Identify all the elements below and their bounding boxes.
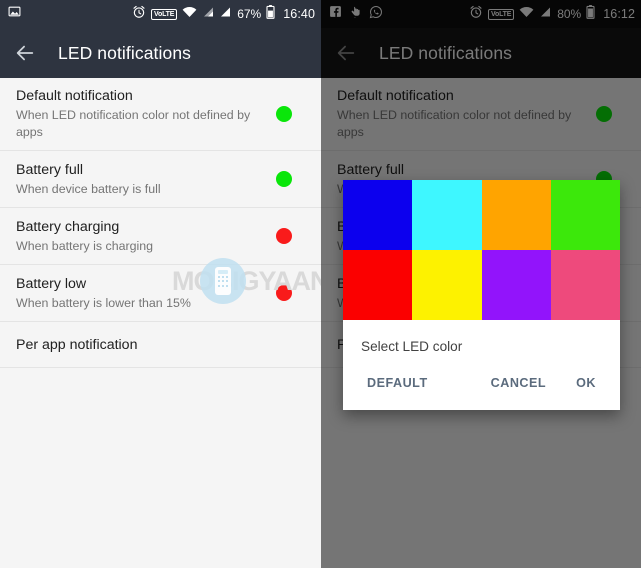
led-color-indicator[interactable] xyxy=(276,171,292,187)
list-item-subtitle: When battery is lower than 15% xyxy=(16,295,191,310)
list-item-title: Default notification xyxy=(16,88,133,104)
color-swatch-grid xyxy=(343,180,620,320)
ok-button[interactable]: OK xyxy=(568,370,604,396)
list-item-subtitle: When device battery is full xyxy=(16,181,161,196)
list-item-title: Battery low xyxy=(16,275,87,292)
list-item-texts: Per app notification xyxy=(16,336,305,354)
left-status-system-icons: VoLTE 67% 16:40 xyxy=(132,4,315,24)
wifi-icon xyxy=(182,5,197,23)
dialog-title: Select LED color xyxy=(361,339,463,354)
color-swatch-pink[interactable] xyxy=(550,250,620,320)
color-swatch-blue[interactable] xyxy=(343,180,413,250)
select-led-color-dialog: Select LED color DEFAULT CANCEL OK xyxy=(343,180,620,410)
dialog-actions: DEFAULT CANCEL OK xyxy=(343,356,620,410)
list-item-title: Battery full xyxy=(16,161,84,178)
volte-badge: VoLTE xyxy=(151,8,178,20)
color-swatch-purple[interactable] xyxy=(481,250,551,320)
color-swatch-yellow[interactable] xyxy=(412,250,482,320)
dialog-body: Select LED color xyxy=(343,320,620,356)
left-status-notification-icons xyxy=(8,5,21,23)
page-title: LED notifications xyxy=(58,42,192,63)
led-color-indicator[interactable] xyxy=(276,228,292,244)
signal-bars-icon xyxy=(219,5,231,23)
list-item[interactable]: Battery full When device battery is full xyxy=(0,151,321,208)
cancel-button[interactable]: CANCEL xyxy=(483,370,554,396)
color-swatch-green[interactable] xyxy=(550,180,620,250)
left-toolbar: LED notifications xyxy=(0,28,321,78)
right-phone-panel: VoLTE 80% 16:12 LED notifications Defaul xyxy=(321,0,641,568)
list-item[interactable]: Per app notification xyxy=(0,322,321,368)
list-item-texts: Default notification When LED notificatio… xyxy=(16,87,276,141)
list-item-texts: Battery full When device battery is full xyxy=(16,161,276,198)
list-item[interactable]: Default notification When LED notificatio… xyxy=(0,78,321,151)
clock-label: 16:40 xyxy=(283,7,315,21)
list-item[interactable]: Battery charging When battery is charging xyxy=(0,208,321,265)
screenshot-root: VoLTE 67% 16:40 LED notifications Defaul… xyxy=(0,0,641,568)
default-button[interactable]: DEFAULT xyxy=(359,370,436,396)
color-swatch-red[interactable] xyxy=(343,250,413,320)
image-icon xyxy=(8,5,21,23)
left-settings-list: Default notification When LED notificatio… xyxy=(0,78,321,368)
battery-icon xyxy=(266,4,275,24)
battery-percent-label: 67% xyxy=(237,7,262,21)
list-item-subtitle: When battery is charging xyxy=(16,238,154,253)
list-item-title: Battery charging xyxy=(16,218,120,235)
led-color-indicator[interactable] xyxy=(276,106,292,122)
list-item-subtitle: When LED notification color not defined … xyxy=(16,108,251,139)
led-color-indicator[interactable] xyxy=(276,285,292,301)
color-swatch-orange[interactable] xyxy=(481,180,551,250)
list-item-texts: Battery charging When battery is charging xyxy=(16,218,276,255)
left-phone-panel: VoLTE 67% 16:40 LED notifications Defaul… xyxy=(0,0,321,568)
list-item[interactable]: Battery low When battery is lower than 15… xyxy=(0,265,321,322)
back-arrow-icon[interactable] xyxy=(14,42,36,64)
list-item-title: Per app notification xyxy=(16,336,138,353)
alarm-clock-icon xyxy=(132,5,146,24)
signal-bars-icon xyxy=(202,5,214,23)
left-status-bar: VoLTE 67% 16:40 xyxy=(0,0,321,28)
list-item-texts: Battery low When battery is lower than 15… xyxy=(16,275,276,312)
color-swatch-cyan[interactable] xyxy=(412,180,482,250)
